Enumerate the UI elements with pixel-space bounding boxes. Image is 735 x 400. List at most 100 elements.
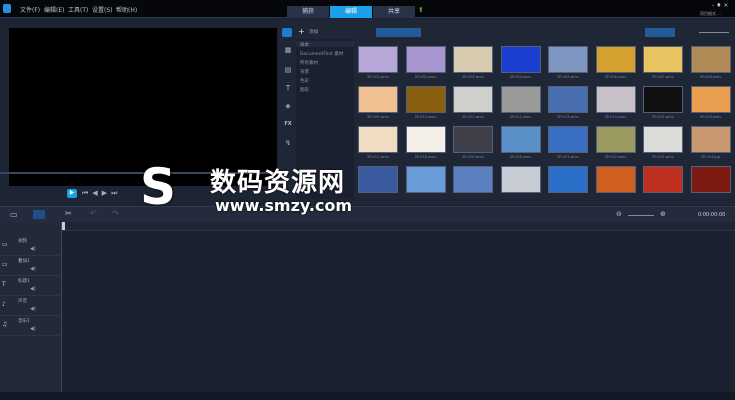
timeline-tracks[interactable] xyxy=(62,231,735,392)
thumbnail[interactable] xyxy=(405,166,446,193)
tab-capture[interactable]: 捕获 xyxy=(287,6,329,18)
media-category-icon[interactable]: ▦ xyxy=(283,46,293,55)
track-audio-icon[interactable]: ◀) xyxy=(30,306,36,312)
thumbnail-label: SP-V07.wmv xyxy=(652,75,674,79)
window-controls[interactable]: - ♦ × xyxy=(712,2,728,9)
thumbnail-label: SP-V14.wmv xyxy=(604,115,627,119)
track-header[interactable]: ♪ 声音 ◀) xyxy=(0,296,62,316)
upgrade-icon[interactable]: ⬆ xyxy=(418,6,424,14)
thumbnail[interactable] xyxy=(595,126,636,153)
menu-edit[interactable]: 编辑(E) xyxy=(44,5,64,14)
menu-tools[interactable]: 工具(T) xyxy=(68,5,88,14)
fx-icon[interactable]: FX xyxy=(283,121,293,130)
thumbnail-size-slider[interactable] xyxy=(699,32,729,33)
undo-icon[interactable]: ↶ xyxy=(90,209,97,218)
instant-project-icon[interactable]: ▤ xyxy=(283,66,293,75)
menu-file[interactable]: 文件(F) xyxy=(20,5,40,14)
add-button[interactable]: 添加 xyxy=(309,29,318,35)
thumbnail-label: SP-V02.wmv xyxy=(414,75,437,79)
track-audio-icon[interactable]: ◀) xyxy=(30,286,36,292)
thumbnail[interactable] xyxy=(405,46,446,73)
track-icon: ♪ xyxy=(2,301,6,308)
track-audio-icon[interactable]: ◀) xyxy=(30,326,36,332)
zoom-slider[interactable] xyxy=(628,215,654,216)
track-audio-icon[interactable]: ◀) xyxy=(30,246,36,252)
title-icon[interactable]: T xyxy=(283,84,293,93)
thumbnail[interactable] xyxy=(643,46,683,73)
thumbnail[interactable] xyxy=(405,86,446,113)
track-name: 声音 xyxy=(18,299,27,304)
add-icon[interactable]: + xyxy=(298,27,305,36)
track-header[interactable]: ♫ 音乐1 ◀) xyxy=(0,316,62,336)
thumbnail[interactable] xyxy=(358,86,398,113)
thumbnail[interactable] xyxy=(500,46,541,73)
thumbnail[interactable] xyxy=(548,46,588,73)
menu-settings[interactable]: 设置(S) xyxy=(92,5,113,14)
track-header[interactable]: T 标题1 ◀) xyxy=(0,276,62,296)
thumbnail[interactable] xyxy=(643,86,683,113)
thumbnail[interactable] xyxy=(453,46,493,73)
storyboard-view-icon[interactable]: ▭ xyxy=(10,210,18,219)
filter-buttons[interactable] xyxy=(376,28,421,37)
zoom-out-icon[interactable]: ⊖ xyxy=(616,210,622,218)
category-item[interactable]: 图形 xyxy=(300,87,309,93)
thumbnail[interactable] xyxy=(643,126,683,153)
thumbnail[interactable] xyxy=(500,86,541,113)
tab-edit[interactable]: 编辑 xyxy=(330,6,372,18)
thumbnail-label: SP-V08.wmv xyxy=(699,75,722,79)
tools-icon[interactable]: ✂ xyxy=(65,209,72,218)
thumbnail[interactable] xyxy=(595,46,636,73)
play-button[interactable]: ▶ xyxy=(67,189,77,198)
thumbnail-label: SP-V22.wmv xyxy=(604,155,627,159)
thumbnail-label: SP-V24.jpg xyxy=(701,155,720,159)
view-mode-buttons[interactable] xyxy=(645,28,675,37)
timeline-view-icon[interactable] xyxy=(33,210,45,219)
thumbnail-label: SP-V06.wmv xyxy=(604,75,627,79)
thumbnail[interactable] xyxy=(500,126,541,153)
thumbnail[interactable] xyxy=(690,86,731,113)
thumbnail-label: SP-V12.wmv xyxy=(509,115,532,119)
thumbnail[interactable] xyxy=(548,166,588,193)
thumbnail[interactable] xyxy=(358,46,398,73)
thumbnail[interactable] xyxy=(690,126,731,153)
category-item[interactable]: DocumentFirst 素材 xyxy=(300,51,343,57)
graphics-icon[interactable]: ◈ xyxy=(283,102,293,111)
timecode[interactable]: 0:00:00:00 xyxy=(698,212,725,218)
thumbnail[interactable] xyxy=(548,126,588,153)
redo-icon[interactable]: ↷ xyxy=(112,209,119,218)
track-header[interactable]: ▭ 叠加1 ◀) xyxy=(0,256,62,276)
track-icon: ▭ xyxy=(2,241,8,248)
thumbnail[interactable] xyxy=(500,166,541,193)
thumbnail-label: SP-V21.wmv xyxy=(557,155,579,159)
tab-share[interactable]: 共享 xyxy=(373,6,415,18)
thumbnail[interactable] xyxy=(453,166,493,193)
track-audio-icon[interactable]: ◀) xyxy=(30,266,36,272)
thumbnail[interactable] xyxy=(548,86,588,113)
category-item[interactable]: 所有素材 xyxy=(300,60,318,66)
thumbnail[interactable] xyxy=(595,166,636,193)
thumbnail[interactable] xyxy=(358,126,398,153)
playhead[interactable] xyxy=(62,222,65,230)
thumbnail[interactable] xyxy=(453,126,493,153)
title-bar: 文件(F) 编辑(E) 工具(T) 设置(S) 帮助(H) 捕获 编辑 共享 ⬆… xyxy=(0,0,735,18)
media-icon[interactable] xyxy=(282,28,292,37)
thumbnail-label: SP-V11.wmv xyxy=(462,115,484,119)
path-icon[interactable]: ↯ xyxy=(283,139,293,148)
track-icon: T xyxy=(2,281,6,288)
thumbnail[interactable] xyxy=(405,126,446,153)
thumbnail[interactable] xyxy=(643,166,683,193)
app-logo-icon xyxy=(3,4,11,13)
timeline-ruler[interactable] xyxy=(62,222,735,231)
menu-help[interactable]: 帮助(H) xyxy=(116,5,137,14)
track-header[interactable]: ▭ 视频 ◀) xyxy=(0,236,62,256)
category-item[interactable]: 背景 xyxy=(300,69,309,75)
thumbnail-label: SP-V13.wmv xyxy=(557,115,579,119)
zoom-in-icon[interactable]: ⊕ xyxy=(660,210,666,218)
category-item[interactable]: 色彩 xyxy=(300,78,309,84)
thumbnail[interactable] xyxy=(453,86,493,113)
category-item[interactable]: 样本 xyxy=(300,42,309,48)
thumbnail[interactable] xyxy=(595,86,636,113)
transport-controls[interactable]: ⏮◀▶⏭ xyxy=(82,189,121,198)
thumbnail[interactable] xyxy=(690,46,731,73)
thumbnail[interactable] xyxy=(690,166,731,193)
